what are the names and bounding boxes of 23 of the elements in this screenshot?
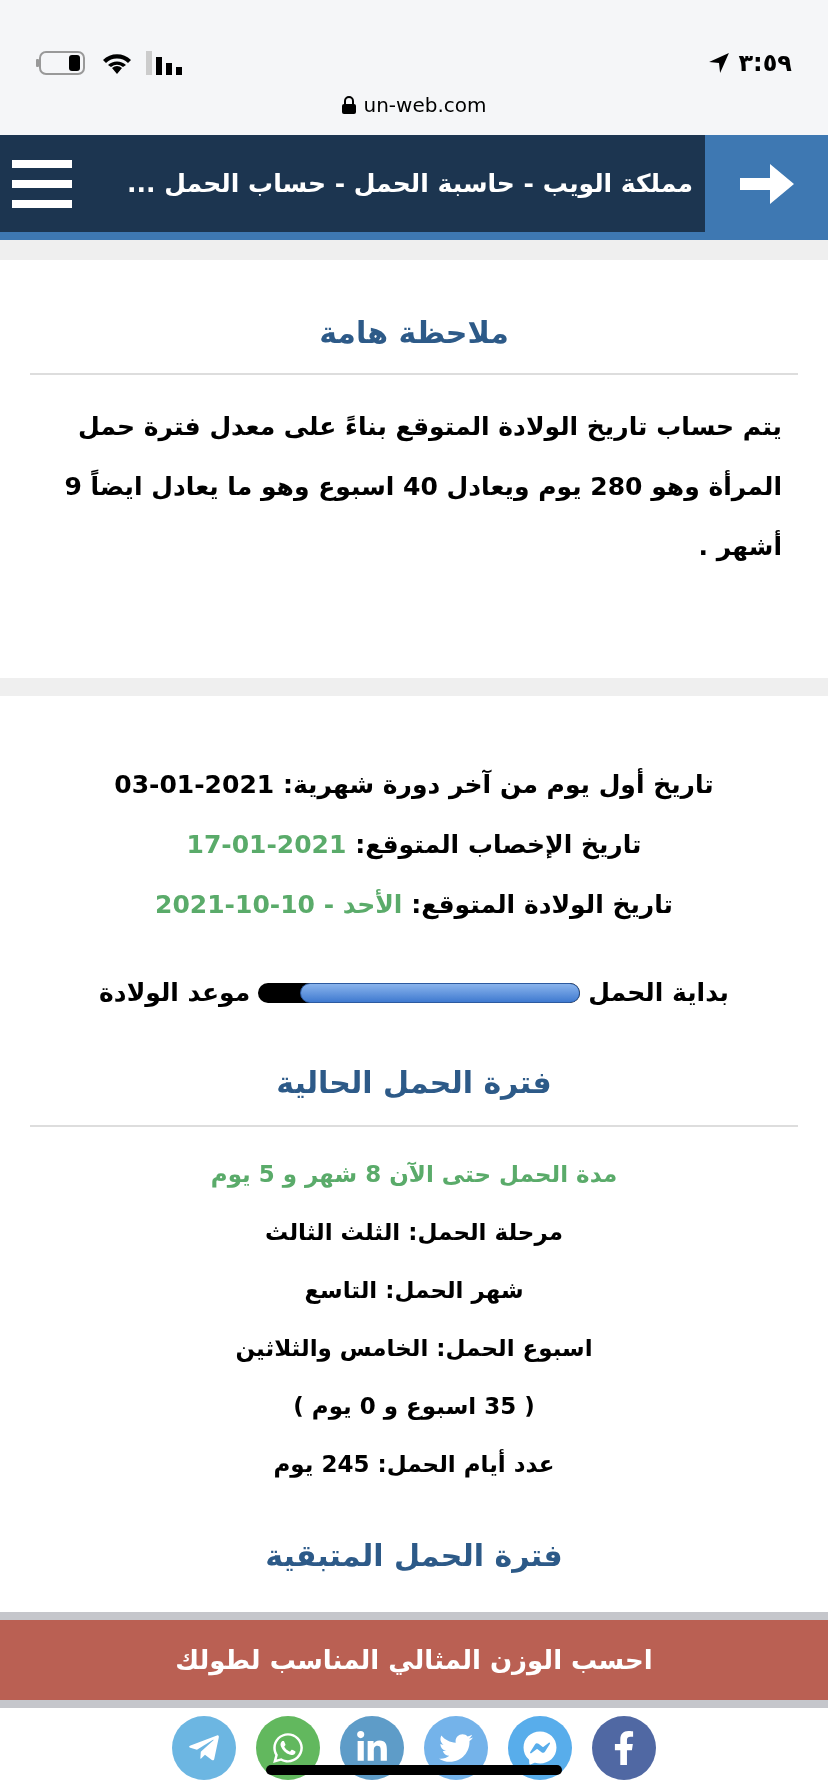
page-title: مملكة الويب - حاسبة الحمل - حساب الحمل ... [127, 167, 693, 200]
detail-line: اسبوع الحمل: الخامس والثلاثين [235, 1333, 593, 1364]
section-title: فترة الحمل المتبقية [264, 1536, 564, 1575]
detail-line: عدد أيام الحمل: 245 يوم [273, 1448, 555, 1480]
date-line: تاريخ الولادة المتوقع: الأحد - 10-10-2021 [155, 888, 673, 922]
end-label: موعد الولادة [99, 977, 251, 1009]
ideal-weight-button[interactable]: احسب الوزن المثالي المناسب لطولك [0, 1620, 828, 1700]
section-title: فترة الحمل الحالية [30, 1059, 798, 1127]
menu-icon[interactable] [12, 159, 72, 208]
location-arrow-icon [708, 52, 731, 74]
detail-line: مرحلة الحمل: الثلث الثالث [265, 1217, 563, 1248]
duration-text: مدة الحمل حتى الآن 8 شهر و 5 يوم [210, 1159, 618, 1190]
note-title: ملاحظة هامة [30, 310, 798, 375]
battery-icon [36, 50, 88, 76]
lock-icon [341, 96, 356, 114]
arrow-right-icon [737, 161, 796, 206]
signal-icon [146, 51, 184, 75]
url-text[interactable]: un-web.com [363, 90, 487, 120]
detail-line: ( 35 اسبوع و 0 يوم ) [293, 1391, 535, 1422]
detail-line: شهر الحمل: التاسع [304, 1275, 524, 1306]
clock-time: ٣:٥٩ [738, 48, 792, 79]
note-text: يتم حساب تاريخ الولادة المتوقع بناءً على معدل فترة حمل المرأة وهو 280 يوم ويعادل 40 اسبوع وهو ما يعادل ايضاً 9 أشهر . [63, 411, 783, 564]
start-label: بداية الحمل [588, 977, 729, 1009]
